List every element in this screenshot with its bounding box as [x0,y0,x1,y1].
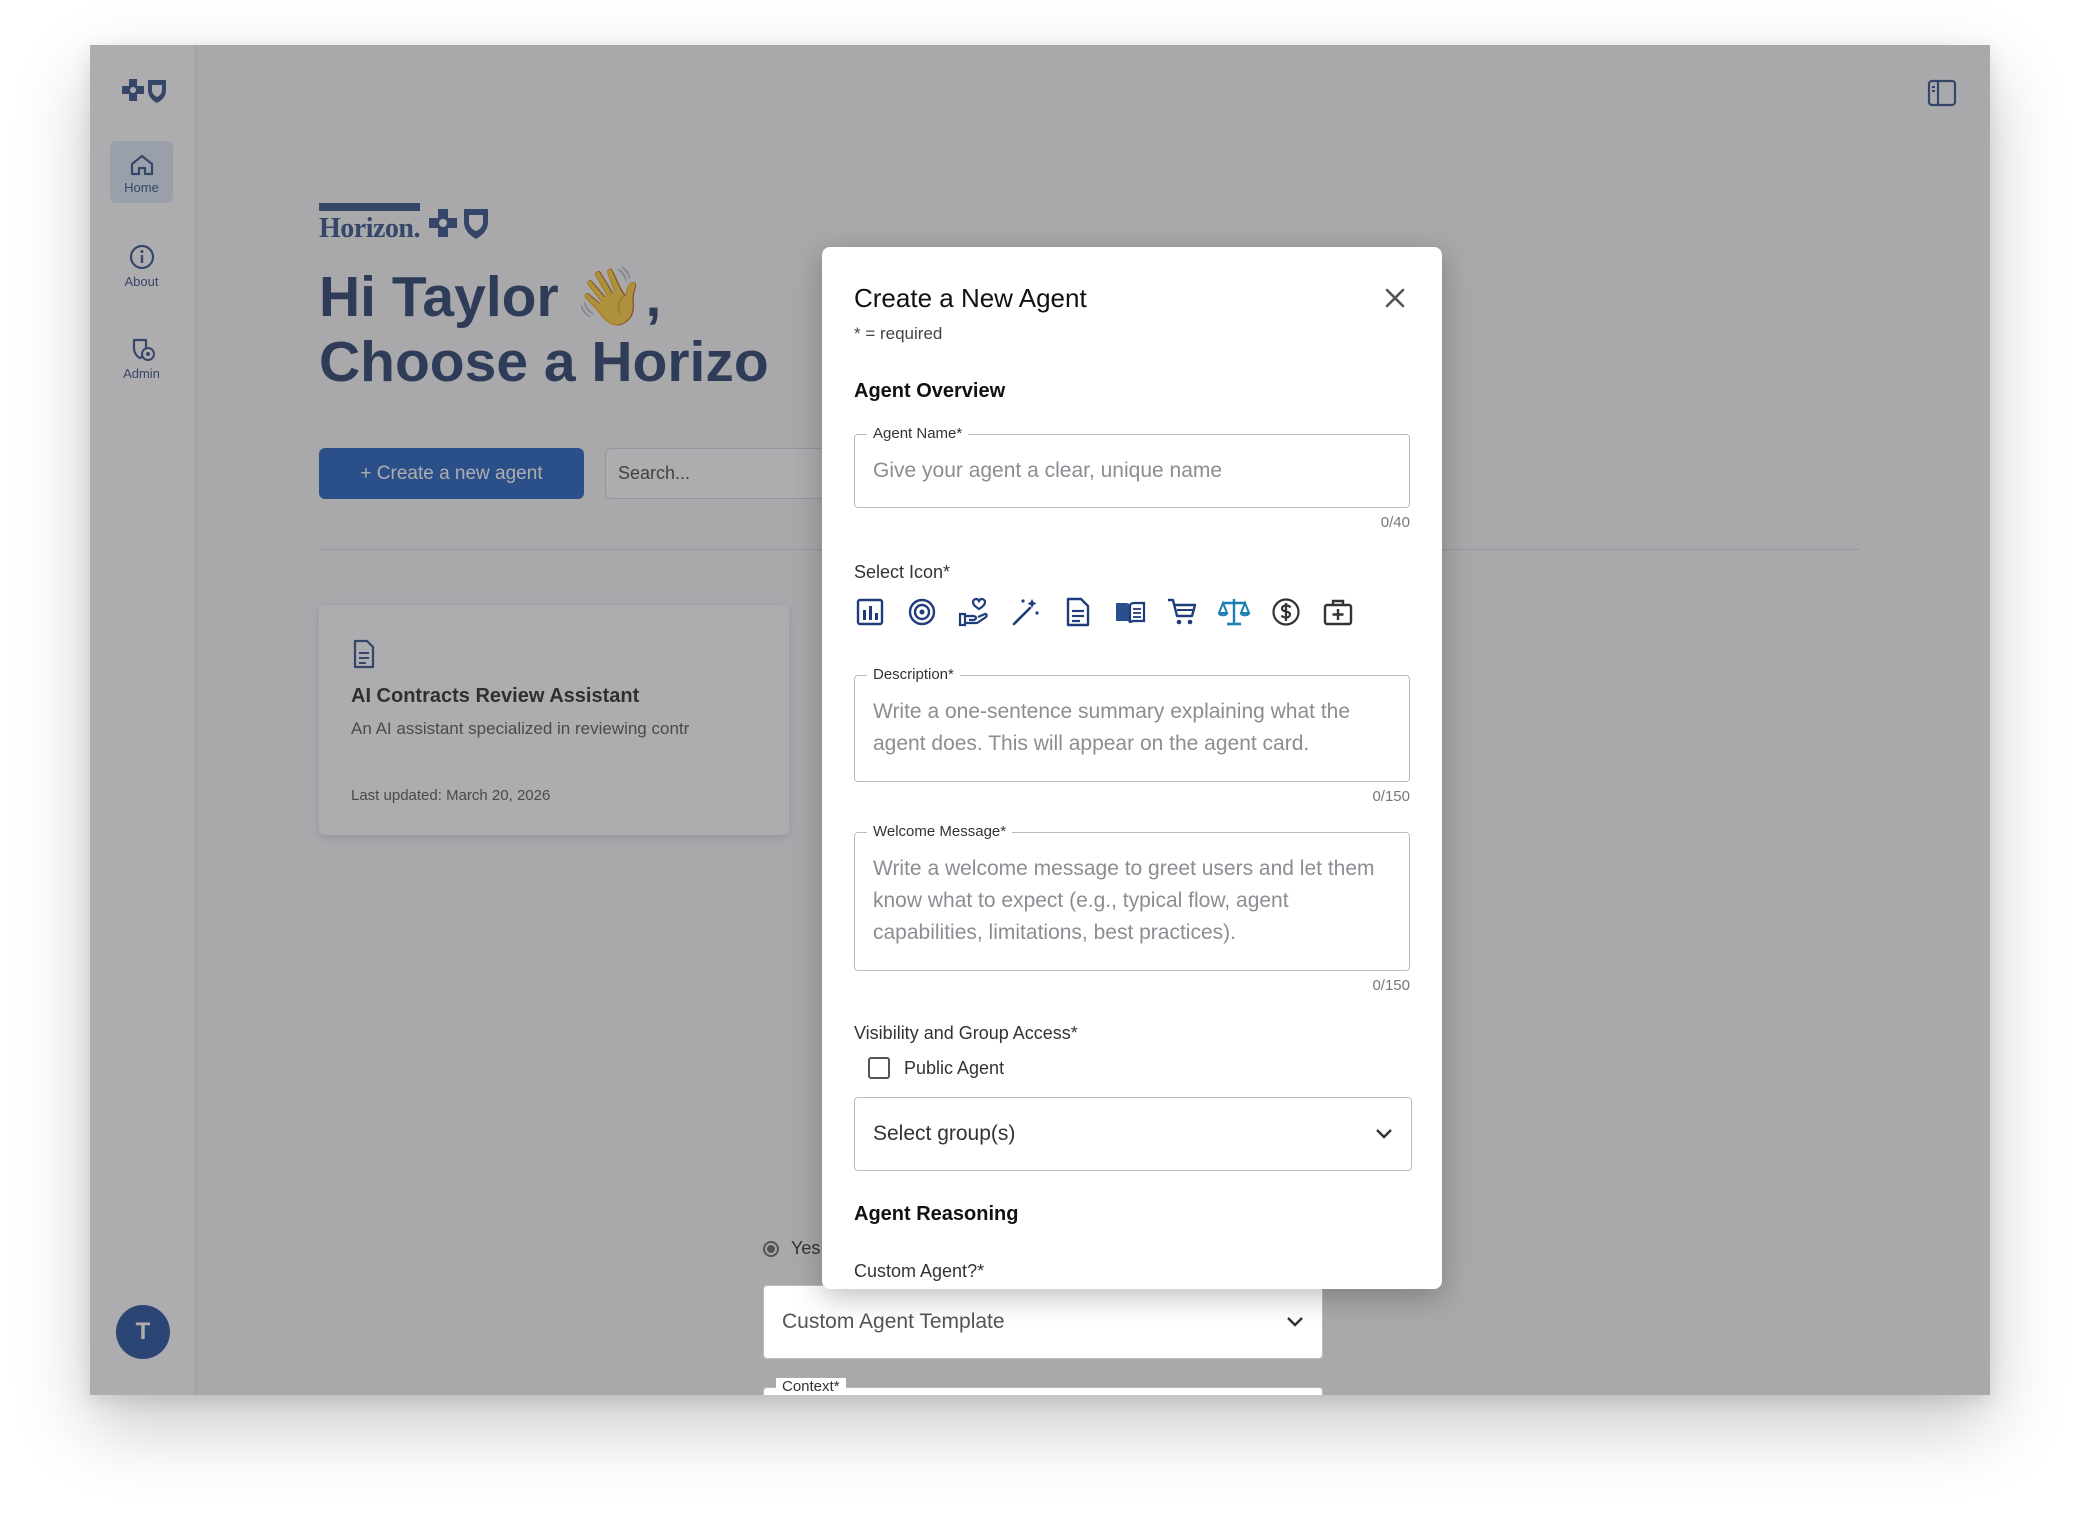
group-select-placeholder: Select group(s) [873,1122,1016,1145]
document-icon[interactable] [1062,596,1094,628]
welcome-message-field[interactable]: Welcome Message* Write a welcome message… [854,823,1410,971]
agent-name-field[interactable]: Agent Name* Give your agent a clear, uni… [854,425,1410,508]
context-label: Context* [776,1378,846,1395]
welcome-message-label: Welcome Message* [867,823,1013,840]
dollar-coin-icon[interactable] [1270,596,1302,628]
custom-agent-template-select[interactable]: Custom Agent Template [763,1285,1323,1359]
welcome-message-counter: 0/150 [1372,977,1410,994]
custom-agent-label: Custom Agent?* [854,1261,985,1281]
shopping-cart-icon[interactable] [1166,596,1198,628]
app-window: Home About Admin T Horizon. Hi Taylor 👋,… [90,45,1990,1395]
agent-reasoning-heading: Agent Reasoning [854,1203,1019,1225]
open-book-icon[interactable] [1114,596,1146,628]
required-note: * = required [854,324,943,343]
medical-kit-icon[interactable] [1322,596,1354,628]
magic-wand-icon[interactable] [1010,596,1042,628]
agent-name-counter: 0/40 [1380,514,1410,531]
target-icon[interactable] [906,596,938,628]
visibility-label: Visibility and Group Access* [854,1023,1078,1043]
agent-overview-heading: Agent Overview [854,380,1006,402]
radio-yes-label: Yes [791,1238,821,1258]
chevron-down-icon [1376,1129,1392,1139]
context-field[interactable]: Context* [763,1378,1323,1395]
agent-name-label: Agent Name* [867,425,969,442]
agent-name-placeholder: Give your agent a clear, unique name [873,459,1223,482]
radio-yes[interactable] [763,1240,779,1257]
chevron-down-icon [1287,1317,1303,1327]
public-agent-checkbox-row[interactable]: Public Agent [868,1057,1004,1079]
create-agent-modal: Create a New Agent * = required Agent Ov… [822,247,1442,1289]
description-field[interactable]: Description* Write a one-sentence summar… [854,666,1410,782]
close-icon[interactable] [1380,283,1410,313]
hand-heart-icon[interactable] [958,596,990,628]
description-placeholder: Write a one-sentence summary explaining … [873,700,1351,755]
description-counter: 0/150 [1372,788,1410,805]
scales-icon[interactable] [1218,596,1250,628]
template-select-placeholder: Custom Agent Template [782,1310,1005,1333]
welcome-message-placeholder: Write a welcome message to greet users a… [873,857,1375,944]
modal-title: Create a New Agent [854,283,1087,313]
description-label: Description* [867,666,960,683]
public-agent-label: Public Agent [904,1057,1005,1078]
group-select[interactable]: Select group(s) [854,1097,1412,1171]
bar-chart-icon[interactable] [854,596,886,628]
public-agent-checkbox[interactable] [868,1057,890,1079]
select-icon-label: Select Icon* [854,562,951,582]
icon-picker [854,596,1354,628]
